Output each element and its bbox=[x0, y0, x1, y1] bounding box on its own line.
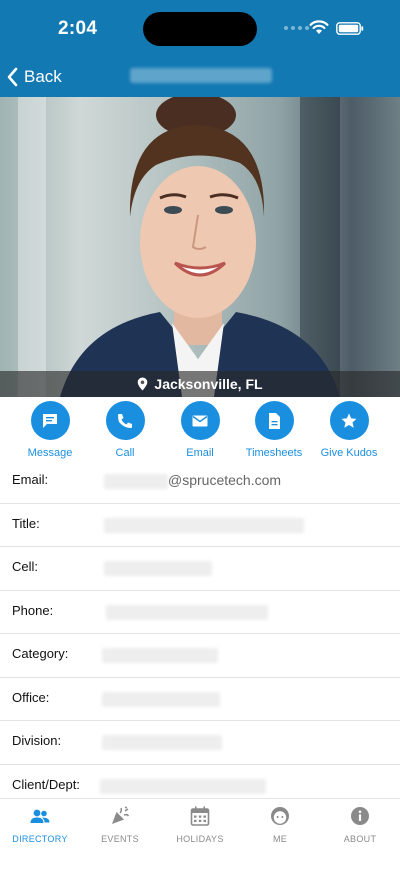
call-button[interactable]: Call bbox=[87, 401, 163, 459]
info-icon bbox=[351, 807, 369, 825]
back-button[interactable]: Back bbox=[6, 65, 62, 89]
redacted-value bbox=[102, 648, 218, 663]
category-row: Category: bbox=[0, 634, 400, 678]
location-pin-icon bbox=[138, 377, 148, 391]
division-row: Division: bbox=[0, 721, 400, 765]
tab-directory-label: DIRECTORY bbox=[12, 834, 68, 844]
division-field-label: Division: bbox=[12, 733, 62, 748]
battery-icon bbox=[336, 22, 364, 35]
tab-events-label: EVENTS bbox=[101, 834, 139, 844]
office-row: Office: bbox=[0, 678, 400, 721]
client-dept-field-label: Client/Dept: bbox=[12, 776, 80, 792]
tab-me-label: ME bbox=[272, 834, 288, 844]
cell-field-label: Cell: bbox=[12, 559, 39, 574]
redacted-value bbox=[106, 604, 268, 620]
star-icon bbox=[341, 413, 357, 428]
message-label: Message bbox=[27, 447, 73, 459]
chevron-left-icon bbox=[7, 67, 18, 87]
wifi-icon bbox=[309, 20, 329, 34]
status-time: 2:04 bbox=[58, 18, 98, 39]
phone-icon bbox=[118, 413, 132, 428]
tab-directory[interactable]: DIRECTORY bbox=[0, 805, 80, 844]
phone-field-label: Phone: bbox=[12, 602, 54, 618]
redacted-value bbox=[102, 735, 222, 750]
location-text: Jacksonville, FL bbox=[154, 376, 263, 392]
give-kudos-button[interactable]: Give Kudos bbox=[311, 401, 387, 459]
tab-holidays-label: HOLIDAYS bbox=[176, 834, 224, 844]
location-bar: Jacksonville, FL bbox=[0, 371, 400, 397]
tab-holidays[interactable]: HOLIDAYS bbox=[160, 805, 240, 844]
office-field-label: Office: bbox=[12, 689, 50, 705]
tab-about-label: ABOUT bbox=[343, 834, 377, 844]
profile-details: Email: @sprucetech.com Title: Cell: Phon… bbox=[0, 460, 400, 808]
dynamic-island bbox=[143, 12, 257, 46]
cell-row[interactable]: Cell: bbox=[0, 547, 400, 591]
redacted-value bbox=[104, 561, 212, 576]
give-kudos-label: Give Kudos bbox=[320, 447, 378, 459]
party-popper-icon bbox=[112, 806, 130, 824]
tab-me[interactable]: ME bbox=[240, 805, 320, 844]
people-icon bbox=[30, 809, 50, 823]
email-label: Email bbox=[186, 447, 214, 459]
status-bar: 2:04 bbox=[0, 0, 400, 56]
message-button[interactable]: Message bbox=[12, 401, 88, 459]
email-button[interactable]: Email bbox=[162, 401, 238, 459]
phone-row[interactable]: Phone: bbox=[0, 591, 400, 634]
redacted-value bbox=[102, 691, 220, 707]
title-field-label: Title: bbox=[12, 515, 40, 531]
document-icon bbox=[269, 412, 280, 429]
back-label: Back bbox=[24, 67, 62, 86]
call-label: Call bbox=[115, 447, 135, 459]
envelope-icon bbox=[192, 415, 208, 426]
timesheets-label: Timesheets bbox=[245, 447, 303, 459]
redacted-value bbox=[104, 474, 168, 489]
profile-photo: Jacksonville, FL bbox=[0, 97, 400, 397]
cellular-signal-icon bbox=[284, 26, 309, 30]
timesheets-button[interactable]: Timesheets bbox=[236, 401, 312, 459]
navigation-bar: Back bbox=[0, 56, 400, 97]
tab-bar: DIRECTORY EVENTS HOLIDAYS ME ABOUT bbox=[0, 798, 400, 869]
email-domain: @sprucetech.com bbox=[168, 472, 282, 488]
nav-title-redacted bbox=[130, 68, 272, 83]
email-row[interactable]: Email: @sprucetech.com bbox=[0, 460, 400, 504]
email-field-label: Email: bbox=[12, 472, 49, 487]
calendar-icon bbox=[190, 806, 210, 826]
category-field-label: Category: bbox=[12, 646, 69, 661]
tab-events[interactable]: EVENTS bbox=[80, 805, 160, 844]
message-icon bbox=[43, 413, 57, 428]
redacted-value bbox=[104, 517, 304, 533]
face-icon bbox=[271, 807, 289, 825]
title-row: Title: bbox=[0, 504, 400, 547]
redacted-value bbox=[100, 778, 266, 794]
contact-actions: Message Call Email Timesheets Give Kudos bbox=[0, 401, 400, 461]
tab-about[interactable]: ABOUT bbox=[320, 805, 400, 844]
